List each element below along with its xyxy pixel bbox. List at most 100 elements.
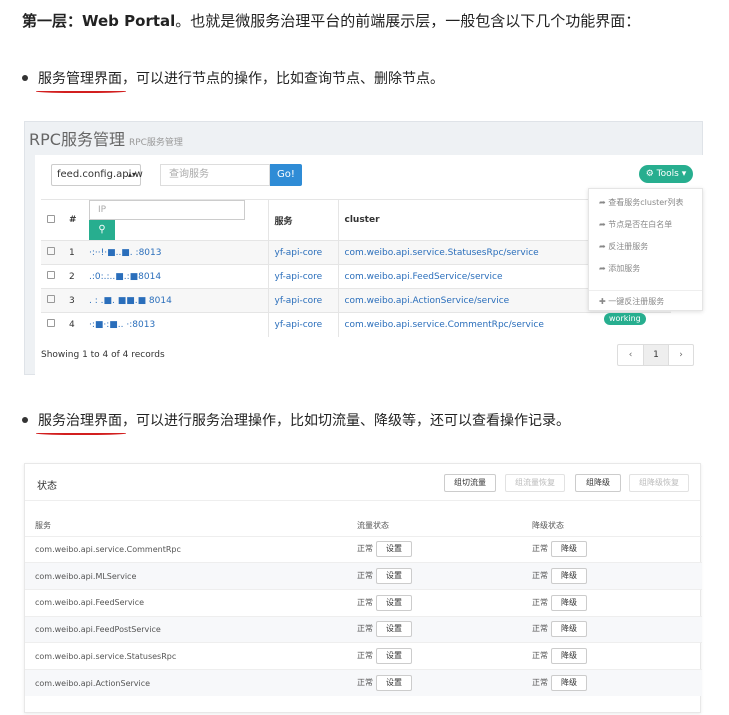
row-address: ·:··!·■..■. :8013 (83, 240, 268, 265)
set-button[interactable]: 设置 (376, 621, 412, 638)
bullet-underlined-term: 服务治理界面 (36, 410, 126, 435)
row-service[interactable]: yf-api-core (267, 264, 338, 289)
bullet-underlined-term: 服务管理界面 (36, 68, 126, 93)
menu-item-label: 节点是否在白名单 (608, 220, 673, 229)
degrade-status: 正常 (532, 624, 548, 634)
degrade-status: 正常 (532, 544, 548, 554)
heading-text: 。也就是微服务治理平台的前端展示层，一般包含以下几个功能界面： (175, 12, 641, 30)
col-ip: IP⚲ (83, 199, 268, 241)
service-select[interactable]: feed.config.api.w ▴▾ (51, 164, 143, 186)
bullet-service-governance: 服务治理界面 ，可以进行服务治理操作，比如切流量、降级等，还可以查看操作记录。 (22, 410, 570, 435)
row-service: com.weibo.api.MLService (25, 562, 347, 590)
row-service[interactable]: yf-api-core (267, 288, 338, 313)
table-header: # IP⚲ 服务 cluster (41, 199, 671, 241)
row-service: com.weibo.api.service.CommentRpc (25, 535, 347, 563)
table-row: com.weibo.api.ActionService 正常 设置 正常 降级 (25, 668, 702, 697)
row-checkbox[interactable] (41, 240, 63, 265)
bullet-dot (22, 417, 28, 423)
row-flow: 正常 设置 (347, 535, 522, 563)
bullet-text: ，可以进行服务治理操作，比如切流量、降级等，还可以查看操作记录。 (122, 413, 570, 429)
nodes-table: # IP⚲ 服务 cluster 1 ·:··!·■..■. :8013 yf-… (41, 199, 671, 337)
share-icon: ➦ (599, 198, 606, 207)
search-icon[interactable]: ⚲ (89, 220, 115, 240)
tools-dropdown-menu: ➦ 查看服务cluster列表 ➦ 节点是否在白名单 ➦ 反注册服务 ➦ 添加服… (588, 188, 703, 311)
row-index: 1 (63, 240, 83, 265)
col-index: # (63, 199, 83, 241)
menu-item[interactable]: ➦ 节点是否在白名单 (589, 214, 702, 236)
menu-item[interactable]: ➦ 查看服务cluster列表 (589, 192, 702, 214)
row-flow: 正常 设置 (347, 588, 522, 617)
set-button[interactable]: 设置 (376, 541, 412, 558)
heading-bold: 第一层：Web Portal (22, 12, 176, 30)
degrade-button[interactable]: 降级 (551, 675, 587, 692)
row-service[interactable]: yf-api-core (267, 312, 338, 337)
menu-item-label: 添加服务 (608, 264, 641, 273)
col-degrade-status: 降级状态 (532, 521, 564, 531)
table-header: 服务 流量状态 降级状态 (25, 516, 702, 536)
degrade-button[interactable]: 降级 (551, 648, 587, 665)
group-traffic-restore-button[interactable]: 组流量恢复 (505, 474, 565, 492)
menu-item-label: 查看服务cluster列表 (608, 198, 684, 207)
row-checkbox[interactable] (41, 312, 63, 337)
table-row: com.weibo.api.service.CommentRpc 正常 设置 正常… (25, 535, 702, 563)
table-row: com.weibo.api.MLService 正常 设置 正常 降级 (25, 562, 702, 590)
bullet-service-management: 服务管理界面 ，可以进行节点的操作，比如查询节点、删除节点。 (22, 68, 444, 93)
degrade-status: 正常 (532, 571, 548, 581)
flow-status: 正常 (357, 571, 373, 581)
flow-status: 正常 (357, 678, 373, 688)
set-button[interactable]: 设置 (376, 648, 412, 665)
menu-item[interactable]: ✚ 一键反注册服务 (589, 291, 702, 313)
header-divider (25, 500, 700, 501)
bullet-text: ，可以进行节点的操作，比如查询节点、删除节点。 (122, 71, 444, 87)
governance-table: 服务 流量状态 降级状态 com.weibo.api.service.Comme… (25, 516, 702, 697)
flow-status: 正常 (357, 597, 373, 607)
set-button[interactable]: 设置 (376, 675, 412, 692)
set-button[interactable]: 设置 (376, 568, 412, 585)
page-1-button[interactable]: 1 (643, 345, 668, 365)
row-service[interactable]: yf-api-core (267, 240, 338, 265)
row-degrade: 正常 降级 (522, 642, 702, 670)
row-degrade: 正常 降级 (522, 588, 702, 617)
select-arrow-icon: ▴▾ (127, 170, 136, 179)
degrade-status: 正常 (532, 597, 548, 607)
col-flow-status: 流量状态 (357, 521, 389, 531)
service-search-input[interactable]: 查询服务 (160, 164, 270, 186)
prev-page-button[interactable]: ‹ (618, 345, 643, 365)
table-row: com.weibo.api.FeedService 正常 设置 正常 降级 (25, 588, 702, 617)
group-cut-traffic-button[interactable]: 组切流量 (444, 474, 496, 492)
degrade-button[interactable]: 降级 (551, 541, 587, 558)
menu-item[interactable]: ➦ 反注册服务 (589, 236, 702, 258)
row-address: .:0:.:..■.:■8014 (83, 264, 268, 289)
tools-button[interactable]: ⚙ Tools ▾ (639, 165, 693, 183)
row-degrade: 正常 降级 (522, 535, 702, 563)
select-all-checkbox[interactable] (41, 199, 63, 241)
page-title-text: RPC服务管理 (29, 130, 125, 149)
set-button[interactable]: 设置 (376, 594, 412, 611)
go-button[interactable]: Go! (270, 164, 302, 186)
degrade-button[interactable]: 降级 (551, 568, 587, 585)
group-degrade-restore-button[interactable]: 组降级恢复 (629, 474, 689, 492)
rpc-panel: feed.config.api.w ▴▾ 查询服务 Go! ⚙ Tools ▾ #… (35, 155, 703, 377)
row-checkbox[interactable] (41, 288, 63, 313)
group-degrade-button[interactable]: 组降级 (575, 474, 621, 492)
table-row: 3 . : .■. ■■.■ 8014 yf-api-core com.weib… (41, 288, 671, 313)
row-checkbox[interactable] (41, 264, 63, 289)
panel-title: 状态 (37, 481, 57, 492)
row-flow: 正常 设置 (347, 642, 522, 670)
degrade-button[interactable]: 降级 (551, 621, 587, 638)
next-page-button[interactable]: › (668, 345, 693, 365)
degrade-button[interactable]: 降级 (551, 594, 587, 611)
row-service: com.weibo.api.FeedPostService (25, 615, 347, 643)
menu-item[interactable]: ➦ 添加服务 (589, 258, 702, 280)
row-index: 3 (63, 288, 83, 313)
share-icon: ➦ (599, 264, 606, 273)
row-service: com.weibo.api.FeedService (25, 588, 347, 617)
menu-item-label: 反注册服务 (608, 242, 649, 251)
row-address: ·:■·:■.. ·:8013 (83, 312, 268, 337)
ip-filter-input[interactable]: IP (89, 200, 245, 220)
row-flow: 正常 设置 (347, 615, 522, 643)
table-row: 4 ·:■·:■.. ·:8013 yf-api-core com.weibo.… (41, 312, 671, 337)
degrade-status: 正常 (532, 651, 548, 661)
page-subtitle: RPC服务管理 (128, 138, 183, 148)
row-degrade: 正常 降级 (522, 562, 702, 590)
